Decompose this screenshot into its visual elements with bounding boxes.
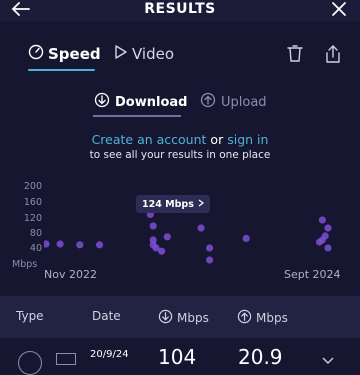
column-download-label: Mbps (177, 311, 209, 325)
row-date: 20/9/24 (90, 349, 129, 360)
data-point[interactable] (158, 247, 166, 255)
subtab-download-label: Download (115, 94, 188, 110)
data-point[interactable] (318, 216, 326, 224)
y-tick-label: 160 (23, 197, 42, 208)
sign-in-link[interactable]: sign in (227, 132, 268, 147)
column-download[interactable]: Mbps (158, 309, 209, 327)
subtab-upload-label: Upload (221, 94, 267, 110)
y-tick-label: 200 (23, 181, 42, 192)
column-date[interactable]: Date (92, 309, 121, 323)
create-account-link[interactable]: Create an account (92, 132, 207, 147)
y-tick-label: 40 (29, 243, 42, 254)
active-subtab-indicator (93, 115, 181, 117)
download-icon (158, 309, 173, 327)
y-tick-label: 80 (29, 228, 42, 239)
tooltip-value: 124 Mbps (142, 198, 194, 210)
tab-speed[interactable]: Speed (28, 42, 101, 66)
close-icon[interactable] (328, 0, 350, 18)
subtab-download[interactable]: Download (94, 91, 187, 113)
row-upload: 20.9 (238, 345, 283, 369)
column-upload[interactable]: Mbps (237, 309, 288, 327)
download-icon (94, 92, 110, 112)
account-prompt-subtext: to see all your results in one place (89, 149, 271, 161)
page-title: RESULTS (144, 1, 216, 17)
or-text: or (210, 132, 224, 147)
upload-icon (237, 309, 252, 327)
share-icon[interactable] (322, 42, 344, 66)
data-point[interactable] (242, 234, 250, 242)
row-download: 104 (158, 345, 197, 369)
data-point[interactable] (44, 240, 50, 248)
y-tick-label: 120 (23, 213, 42, 224)
active-tab-indicator (28, 69, 95, 71)
tab-video[interactable]: Video (114, 42, 174, 66)
data-point[interactable] (56, 240, 64, 248)
data-point[interactable] (149, 222, 157, 230)
column-type[interactable]: Type (16, 309, 44, 323)
data-point[interactable] (206, 256, 214, 264)
column-upload-label: Mbps (256, 311, 288, 325)
trash-icon[interactable] (284, 43, 306, 65)
scatter-plot[interactable] (44, 180, 344, 268)
gauge-icon (28, 44, 44, 64)
data-point[interactable] (324, 244, 332, 252)
play-icon (114, 44, 128, 64)
subtab-upload[interactable]: Upload (200, 91, 267, 113)
data-point[interactable] (163, 233, 171, 241)
x-axis-start-label: Nov 2022 (44, 268, 97, 281)
data-point[interactable] (76, 241, 84, 249)
upload-icon (200, 92, 216, 112)
device-icon (56, 353, 76, 365)
x-axis-end-label: Sept 2024 (284, 268, 341, 281)
data-point[interactable] (206, 244, 214, 252)
account-prompt: Create an account or sign in (0, 132, 360, 147)
connection-type-icon (18, 351, 42, 375)
tab-video-label: Video (132, 45, 175, 63)
data-point[interactable] (324, 224, 332, 232)
tab-speed-label: Speed (48, 45, 101, 63)
chevron-right-icon (198, 199, 204, 210)
data-point[interactable] (318, 236, 326, 244)
data-point[interactable] (197, 224, 205, 232)
chart-tooltip[interactable]: 124 Mbps (136, 195, 210, 213)
data-point[interactable] (96, 241, 104, 249)
